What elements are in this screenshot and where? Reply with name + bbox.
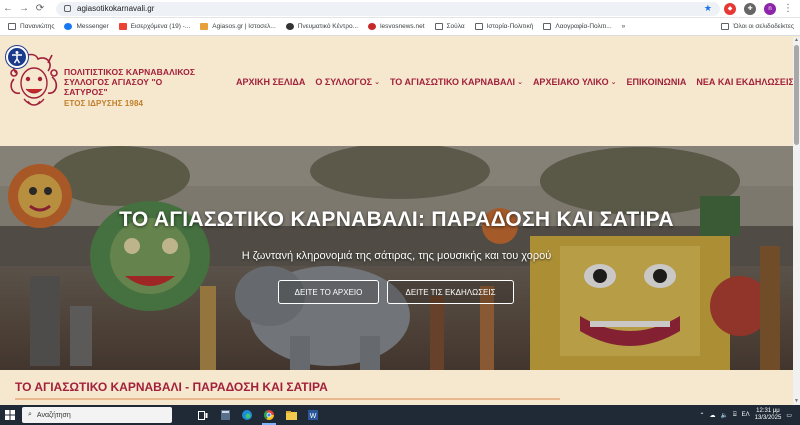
view-archive-button[interactable]: ΔΕΙΤΕ ΤΟ ΑΡΧΕΙΟ (278, 280, 379, 304)
menu-item-association[interactable]: Ο ΣΥΛΛΟΓΟΣ ⌄ (315, 77, 380, 87)
extension-icon[interactable]: ◆ (724, 2, 736, 15)
site-favicon-icon (200, 23, 209, 30)
scroll-down-icon[interactable]: ▼ (793, 398, 800, 405)
site-favicon-icon (285, 23, 294, 30)
file-explorer-icon[interactable] (280, 405, 302, 425)
all-bookmarks[interactable]: Όλοι οι σελιδοδείκτες (721, 23, 794, 30)
gmail-icon (118, 23, 127, 30)
bookmark-item[interactable]: Agiasos.gr | Ιστοσελ... (200, 23, 276, 30)
language-indicator[interactable]: ΕΛ (742, 412, 750, 418)
address-bar[interactable]: agiasotikokarnavali.gr ★ (56, 1, 720, 16)
bookmark-item[interactable]: Πανανιώτης (8, 23, 54, 30)
view-events-button[interactable]: ΔΕΙΤΕ ΤΙΣ ΕΚΔΗΛΩΣΕΙΣ (387, 280, 514, 304)
chrome-icon[interactable] (258, 405, 280, 425)
word-icon[interactable]: W (302, 405, 324, 425)
hero-banner: ΤΟ ΑΓΙΑΣΩΤΙΚΟ ΚΑΡΝΑΒΑΛΙ: ΠΑΡΑΔΟΣΗ ΚΑΙ ΣΑ… (0, 146, 793, 370)
chevron-down-icon: ⌄ (517, 79, 523, 86)
site-favicon-icon (368, 23, 377, 30)
accessibility-icon (12, 51, 22, 64)
system-tray: ⌃ ☁ 🔈 ⌸ ΕΛ 12:31 μμ 13/3/2025 ▭ (694, 408, 800, 422)
edge-icon[interactable] (236, 405, 258, 425)
notification-icon[interactable]: ▭ (786, 412, 792, 419)
profile-avatar[interactable]: n (764, 2, 776, 15)
cloud-icon[interactable]: ☁ (710, 412, 716, 419)
site-header: ΠΟΛΙΤΙΣΤΙΚΟΣ ΚΑΡΝΑΒΑΛΙΚΟΣ ΣΥΛΛΟΓΟΣ ΑΓΙΑΣ… (0, 37, 794, 146)
content-section: ΤΟ ΑΓΙΑΣΩΤΙΚΟ ΚΑΡΝΑΒΑΛΙ - ΠΑΡΑΔΟΣΗ ΚΑΙ Σ… (0, 370, 793, 405)
bookmark-item[interactable]: lesvosnews.net (368, 23, 425, 30)
extensions-puzzle-icon[interactable]: ✚ (744, 2, 756, 15)
browser-toolbar: ← → ⟳ agiasotikokarnavali.gr ★ ◆ ✚ n ⋮ (0, 0, 800, 18)
bookmark-item[interactable]: Πνευματικό Κέντρο... (285, 23, 358, 30)
bookmark-item[interactable]: Messenger (64, 23, 109, 30)
bookmarks-overflow-icon[interactable]: » (622, 23, 626, 30)
folder-icon (474, 23, 483, 30)
brand-name[interactable]: ΠΟΛΙΤΙΣΤΙΚΟΣ ΚΑΡΝΑΒΑΛΙΚΟΣ ΣΥΛΛΟΓΟΣ ΑΓΙΑΣ… (64, 67, 204, 109)
page-scrollbar[interactable]: ▲ ▼ (793, 37, 800, 405)
search-icon: ⌕ (28, 411, 32, 418)
bookmark-item[interactable]: Λαογραφία-Πολιτι... (543, 23, 612, 30)
menu-item-contact[interactable]: ΕΠΙΚΟΙΝΩΝΙΑ (627, 77, 687, 87)
menu-item-carnival[interactable]: ΤΟ ΑΓΙΑΣΩΤΙΚΟ ΚΑΡΝΑΒΑΛΙ ⌄ (390, 77, 523, 87)
url-text: agiasotikokarnavali.gr (77, 4, 155, 13)
folder-icon (721, 23, 730, 30)
accessibility-button[interactable] (6, 46, 28, 68)
messenger-icon (64, 23, 73, 30)
folder-icon (434, 23, 443, 30)
clock[interactable]: 12:31 μμ 13/3/2025 (755, 408, 782, 422)
speaker-icon[interactable]: 🔈 (721, 412, 728, 419)
folder-icon (543, 23, 552, 30)
menu-item-archive[interactable]: ΑΡΧΕΙΑΚΟ ΥΛΙΚΟ ⌄ (533, 77, 617, 87)
task-view-icon[interactable] (192, 405, 214, 425)
bookmark-item[interactable]: Ιστορία-Πολιτική (474, 23, 533, 30)
chevron-up-icon[interactable]: ⌃ (699, 412, 704, 419)
forward-icon[interactable]: → (16, 1, 32, 17)
scroll-up-icon[interactable]: ▲ (793, 37, 800, 44)
section-divider (15, 398, 560, 400)
bookmarks-bar: Πανανιώτης Messenger Εισερχόμενα (19) -.… (0, 18, 800, 36)
scrollbar-thumb[interactable] (794, 45, 799, 145)
taskbar-search[interactable]: ⌕ Αναζήτηση (22, 407, 172, 423)
network-icon[interactable]: ⌸ (733, 412, 737, 419)
menu-item-news[interactable]: ΝΕΑ ΚΑΙ ΕΚΔΗΛΩΣΕΙΣ (696, 77, 794, 87)
browser-menu-icon[interactable]: ⋮ (780, 1, 796, 17)
bookmark-item[interactable]: Σούλα (434, 23, 465, 30)
windows-start-icon[interactable] (0, 405, 20, 425)
calculator-icon[interactable] (214, 405, 236, 425)
bookmark-star-icon[interactable]: ★ (704, 3, 712, 14)
reload-icon[interactable]: ⟳ (32, 1, 48, 17)
chevron-down-icon: ⌄ (374, 79, 380, 86)
menu-item-home[interactable]: ΑΡΧΙΚΗ ΣΕΛΙΔΑ (236, 77, 305, 87)
site-info-icon[interactable] (64, 5, 71, 12)
windows-taskbar: ⌕ Αναζήτηση W ⌃ ☁ 🔈 ⌸ ΕΛ 12:31 μμ 13/3/2… (0, 405, 800, 425)
folder-icon (8, 23, 16, 30)
svg-text:W: W (310, 413, 317, 420)
chevron-down-icon: ⌄ (610, 79, 617, 86)
hero-title: ΤΟ ΑΓΙΑΣΩΤΙΚΟ ΚΑΡΝΑΒΑΛΙ: ΠΑΡΑΔΟΣΗ ΚΑΙ ΣΑ… (119, 208, 674, 231)
back-icon[interactable]: ← (0, 1, 16, 17)
hero-subtitle: Η ζωντανή κληρονομιά της σάτιρας, της μο… (241, 250, 552, 262)
main-menu: ΑΡΧΙΚΗ ΣΕΛΙΔΑ Ο ΣΥΛΛΟΓΟΣ ⌄ ΤΟ ΑΓΙΑΣΩΤΙΚΟ … (236, 77, 800, 87)
section-title: ΤΟ ΑΓΙΑΣΩΤΙΚΟ ΚΑΡΝΑΒΑΛΙ - ΠΑΡΑΔΟΣΗ ΚΑΙ Σ… (15, 380, 328, 394)
bookmark-item[interactable]: Εισερχόμενα (19) -... (118, 23, 190, 30)
